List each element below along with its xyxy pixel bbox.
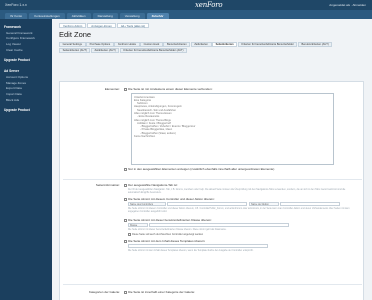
tab-page-criteria-aut[interactable]: Seitenkriterien (AUT)	[59, 47, 91, 53]
logo[interactable]: xenForo	[195, 1, 223, 9]
checkbox[interactable]	[124, 87, 127, 91]
action-input[interactable]	[280, 202, 340, 206]
tab-general-settings[interactable]: General Settings	[59, 42, 86, 47]
tab-xenforo-hooks[interactable]: XenForo Hooks	[114, 42, 140, 47]
form-tabs: General Settings Purchase Options XenFor…	[59, 42, 364, 53]
sidebar-section-title[interactable]: Framework	[0, 23, 52, 30]
controller-action-option[interactable]: Die Seite stimmt mit diesem Controller u…	[124, 197, 215, 201]
page-title: Edit Zone	[59, 30, 92, 39]
checkbox[interactable]	[124, 218, 127, 222]
top-bar: XenForo 1.x.x xenForo Angemeldet als · A…	[0, 0, 372, 10]
controller-name-field[interactable]: Name des Controllers	[128, 202, 166, 206]
nav-tab-option[interactable]: Der ausgewählte Navigations-Tab ist:	[124, 183, 178, 187]
tab-user-criteria[interactable]: Benutzerkriterien	[163, 42, 191, 47]
tab-time-criteria[interactable]: Zeitkriterien	[190, 42, 212, 47]
child-elements-option[interactable]: Nur in den ausgewählten Elementen anzeig…	[124, 167, 354, 172]
elements-label: Elementen:	[104, 87, 120, 91]
checkbox[interactable]	[128, 233, 131, 236]
app-version: XenForo 1.x.x	[5, 3, 27, 7]
checkbox[interactable]	[124, 239, 127, 243]
main-navigation: Ihr Konto Kontoeinstellungen Aktivitäten…	[0, 10, 372, 19]
main-content: XenForo Admin Anzeigen-Zonen Ad+ Tools (…	[52, 19, 372, 300]
elements-option[interactable]: Die Seite ist mit mindestens einem diese…	[124, 87, 212, 91]
sidebar-section-title[interactable]: Upgrade Product	[0, 106, 52, 113]
criteria-panel: Elementen: Die Seite ist mit mindestens …	[59, 81, 364, 300]
controller-input[interactable]	[167, 202, 247, 206]
breadcrumb: XenForo Admin Anzeigen-Zonen Ad+ Tools (…	[59, 23, 372, 28]
checkbox[interactable]	[124, 197, 127, 201]
hint-text: Die Seite stimmt mit diesem Controller u…	[128, 208, 350, 213]
breadcrumb-item[interactable]: XenForo Admin	[59, 23, 87, 28]
breadcrumb-item[interactable]: Ad+ Tools (alles ist)	[116, 23, 150, 28]
elements-listbox[interactable]: Unterkommentare Eine Kategorie Subforen …	[131, 93, 334, 165]
tab-custom-hook[interactable]: Custom Hook	[140, 42, 163, 47]
gallery-categories-label: Kategorien der Galerie:	[88, 290, 120, 294]
checkbox[interactable]	[124, 168, 127, 171]
gallery-category-option[interactable]: Die Seite ist innerhalb einer Kategorie …	[124, 290, 195, 294]
checkbox[interactable]	[124, 183, 127, 187]
account-links[interactable]: Angemeldet als · Abmelden	[329, 3, 372, 7]
sidebar-section-title[interactable]: Upgrade Product	[0, 56, 52, 63]
hint-text: Die Seite stimmt mit dem Inhalt dieses T…	[128, 250, 254, 252]
tab-user-criteria-aut[interactable]: Benutzerkriterien (AUT)	[297, 42, 333, 47]
class-label-box: Klasse	[128, 223, 148, 227]
hint-text: Die Seite stimmt mit dieser benutzerdefi…	[128, 229, 227, 231]
sidebar-section-title[interactable]: Ad Server	[0, 67, 52, 74]
sidebar: Framework General Framework Configure Fr…	[0, 19, 52, 300]
sub-check-option[interactable]: Diese Seite soll auch durchsuchten Contr…	[128, 233, 203, 236]
tab-custom-field-criteria[interactable]: Kriterien für benutzerdefinierte Benutze…	[237, 42, 298, 47]
tab-purchase-options[interactable]: Purchase Options	[86, 42, 114, 47]
tab-time-criteria-aut[interactable]: Zeitkriterien (AUT)	[90, 47, 120, 53]
list-item[interactable]: Keine Nachrichten	[134, 135, 331, 138]
tab-page-criteria[interactable]: Seitenkriterien	[212, 42, 238, 47]
template-input[interactable]	[128, 244, 268, 248]
action-name-field[interactable]: Name der Aktion	[249, 202, 279, 206]
breadcrumb-item[interactable]: Anzeigen-Zonen	[87, 23, 116, 28]
template-option[interactable]: Die Seite stimmt mit dem Inhalt dieses T…	[124, 239, 205, 243]
tab-custom-field-criteria-aut[interactable]: Kriterien für benutzerdefinierte Benutze…	[119, 47, 188, 53]
custom-class-option[interactable]: Die Seite stimmt mit dieser benutzerdefi…	[124, 218, 212, 222]
hint-text: Der ID der ausgewählten Navigation. Tab,…	[128, 189, 346, 194]
checkbox[interactable]	[124, 290, 127, 294]
page-info-label: Seiteninformation:	[95, 183, 120, 187]
class-input[interactable]	[149, 223, 289, 227]
